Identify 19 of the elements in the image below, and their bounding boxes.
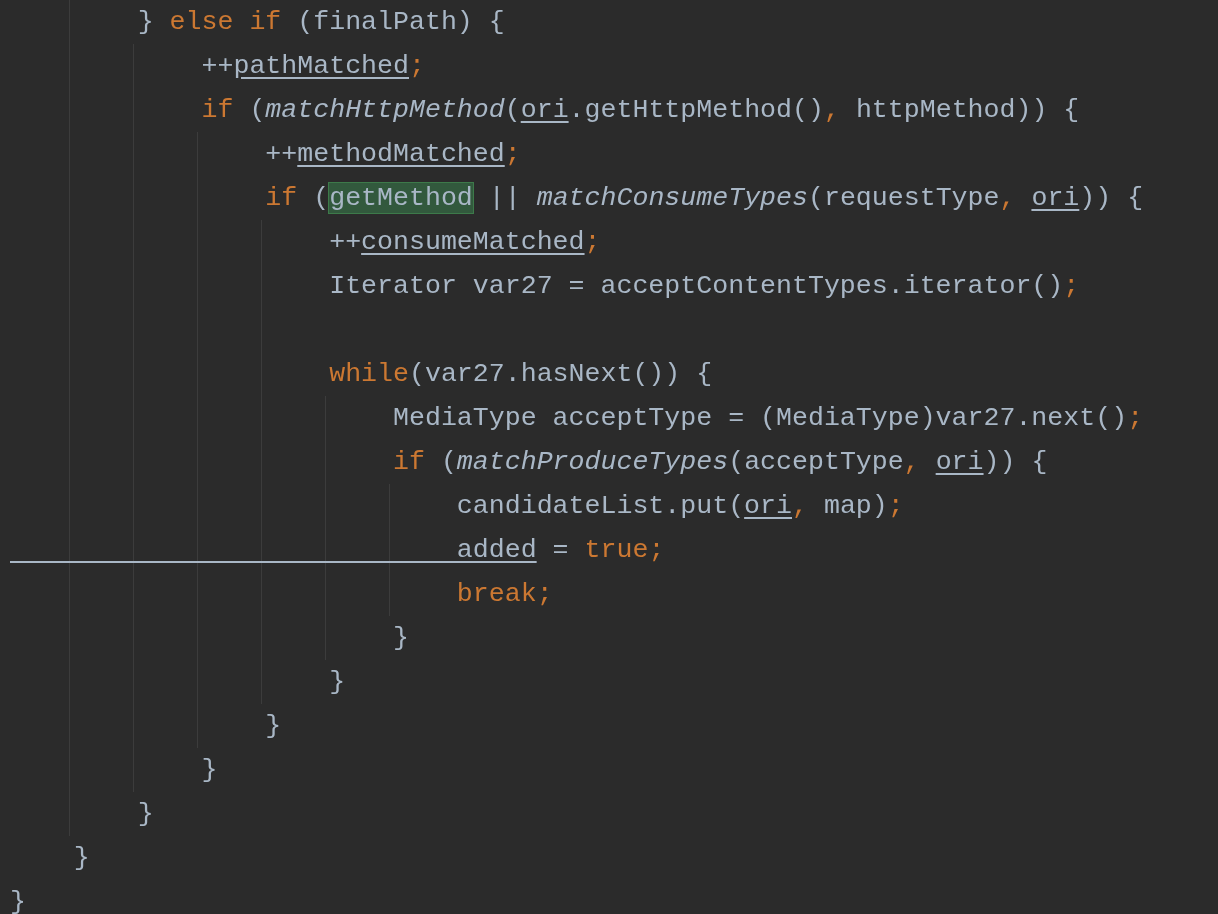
code-line: break;	[455, 578, 553, 611]
code-line: } else if (finalPath) {	[136, 6, 505, 39]
code-line: ++consumeMatched;	[328, 226, 601, 259]
code-line: MediaType acceptType = (MediaType)var27.next();	[392, 402, 1144, 435]
code-line: }	[264, 710, 282, 743]
code-line: }	[10, 886, 26, 914]
code-line: if (matchHttpMethod(ori.getHttpMethod(), httpMethod)) {	[200, 94, 1080, 127]
code-line: if (getMethod || matchConsumeTypes(requestType, ori)) {	[264, 182, 1144, 215]
code-line: }	[200, 754, 218, 787]
code-line: ++pathMatched;	[200, 50, 425, 83]
code-line: candidateList.put(ori, map);	[455, 490, 904, 523]
code-line: if (matchProduceTypes(acceptType, ori)) {	[392, 446, 1048, 479]
code-line: Iterator var27 = acceptContentTypes.iterator();	[328, 270, 1080, 303]
code-line: while(var27.hasNext()) {	[328, 358, 713, 391]
code-line: }	[328, 666, 346, 699]
code-line: ++methodMatched;	[264, 138, 521, 171]
code-line: }	[392, 622, 409, 655]
code-line: }	[72, 842, 90, 875]
code-line: }	[136, 798, 154, 831]
